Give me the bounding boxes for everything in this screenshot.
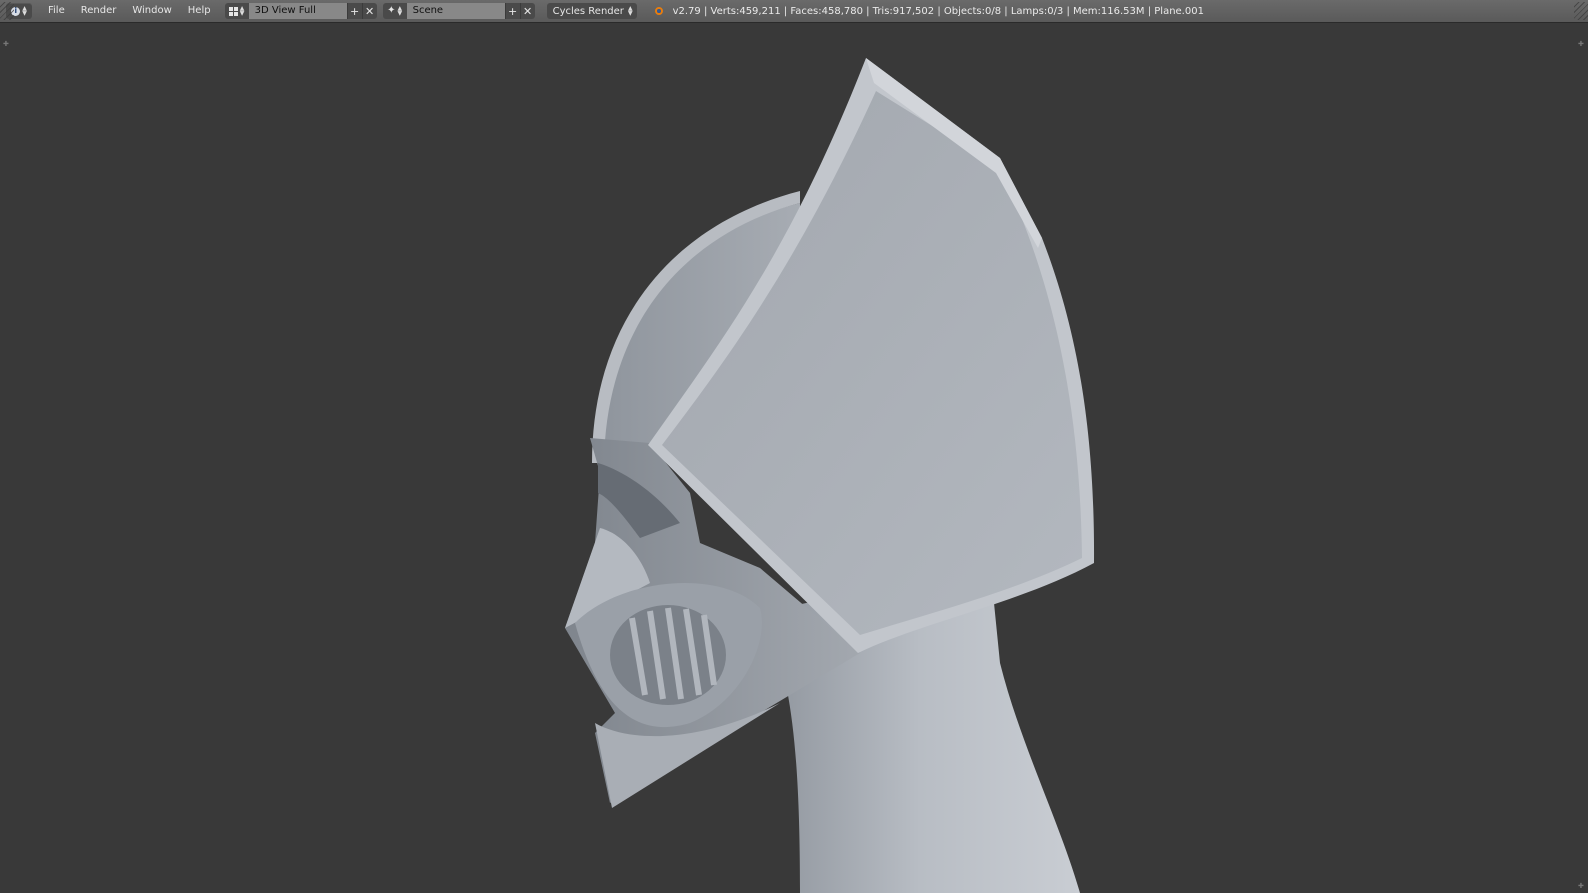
main-menu: File Render Window Help (40, 3, 219, 19)
3d-viewport[interactable]: ✚ ✚ ✚ (0, 23, 1588, 893)
area-corner-handle-top-right[interactable]: ✚ (1578, 41, 1585, 48)
menu-file[interactable]: File (40, 3, 73, 19)
area-corner-handle-bottom-right[interactable]: ✚ (1578, 883, 1585, 890)
plus-icon: + (349, 4, 360, 18)
area-split-handle-right[interactable] (1574, 2, 1588, 20)
info-header: i ▲ ▼ File Render Window Help ▲ ▼ 3D View … (0, 0, 1588, 23)
side-plate (662, 91, 1082, 635)
plus-icon: + (507, 4, 518, 18)
helmet-render (565, 58, 1095, 893)
delete-scene-button[interactable]: ✕ (519, 3, 535, 19)
add-scene-button[interactable]: + (504, 3, 520, 19)
screen-layout-selector: ▲ ▼ 3D View Full + ✕ (224, 3, 377, 19)
scene-icon: ✦ (387, 5, 396, 16)
scene-browse-button[interactable]: ✦ ▲ ▼ (382, 3, 407, 19)
chevron-updown-icon: ▲ ▼ (22, 5, 27, 17)
menu-window[interactable]: Window (124, 3, 179, 19)
close-icon: ✕ (364, 4, 375, 18)
screen-layout-browse-button[interactable]: ▲ ▼ (224, 3, 249, 19)
close-icon: ✕ (522, 4, 533, 18)
add-screen-layout-button[interactable]: + (346, 3, 362, 19)
blender-logo-icon (653, 5, 665, 17)
menu-help[interactable]: Help (180, 3, 219, 19)
menu-render[interactable]: Render (73, 3, 125, 19)
screen-layout-grid-icon (228, 6, 238, 16)
chevron-updown-icon: ▲ ▼ (239, 5, 245, 17)
scene-statistics: v2.79 | Verts:459,211 | Faces:458,780 | … (672, 5, 1204, 17)
chevron-updown-icon: ▲ ▼ (627, 5, 633, 17)
delete-screen-layout-button[interactable]: ✕ (361, 3, 377, 19)
chevron-updown-icon: ▲ ▼ (397, 5, 403, 17)
screen-layout-name-field[interactable]: 3D View Full (248, 3, 347, 19)
render-engine-label: Cycles Render (552, 5, 624, 17)
area-corner-handle-top-left[interactable]: ✚ (3, 41, 10, 48)
scene-selector: ✦ ▲ ▼ Scene + ✕ (382, 3, 535, 19)
render-engine-dropdown[interactable]: Cycles Render ▲ ▼ (546, 3, 637, 19)
area-split-handle-left[interactable] (0, 2, 14, 20)
scene-name-field[interactable]: Scene (406, 3, 505, 19)
